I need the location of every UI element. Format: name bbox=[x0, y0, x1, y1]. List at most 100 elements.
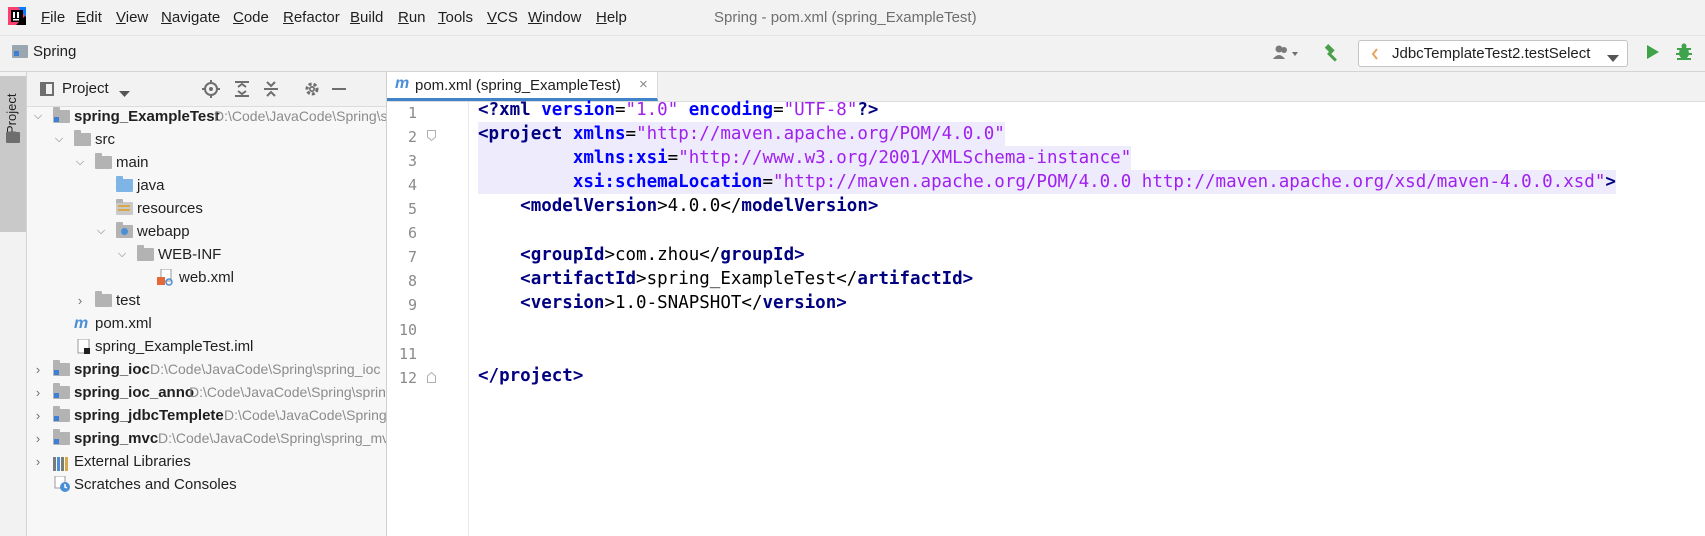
tree-item-label: External Libraries bbox=[74, 453, 191, 470]
close-icon[interactable]: × bbox=[639, 76, 648, 93]
tree-item-label: spring_jdbcTemplete bbox=[74, 407, 224, 424]
line-number: 10 bbox=[398, 321, 417, 339]
chevron-right-icon[interactable]: › bbox=[74, 288, 86, 313]
line-number: 8 bbox=[407, 272, 417, 290]
run-config-icon bbox=[1371, 47, 1379, 60]
menu-view[interactable]: View bbox=[116, 9, 148, 26]
tree-item-external-libraries[interactable]: › External Libraries bbox=[27, 449, 387, 474]
tree-item-label: spring_ioc_anno bbox=[74, 384, 195, 401]
tree-item-label: web.xml bbox=[179, 269, 235, 286]
line-number: 7 bbox=[407, 248, 417, 266]
chevron-down-icon[interactable]: ⌵ bbox=[53, 127, 65, 152]
tree-item-label: spring_mvc bbox=[74, 430, 159, 447]
chevron-right-icon[interactable]: › bbox=[32, 426, 44, 451]
menu-run[interactable]: Run bbox=[398, 9, 426, 26]
tree-item-spring-ioc[interactable]: › spring_ioc D:\Code\JavaCode\Spring\spr… bbox=[27, 357, 387, 382]
folder-icon bbox=[6, 132, 20, 143]
menu-window[interactable]: Window bbox=[528, 9, 581, 26]
chevron-down-icon bbox=[1607, 50, 1619, 67]
debug-icon[interactable] bbox=[1674, 42, 1694, 62]
tree-item-spring-jdbctemplete[interactable]: › spring_jdbcTemplete D:\Code\JavaCode\S… bbox=[27, 403, 387, 428]
menu-refactor[interactable]: Refactor bbox=[283, 9, 340, 26]
chevron-down-icon[interactable]: ⌵ bbox=[95, 219, 107, 244]
window-title: Spring - pom.xml (spring_ExampleTest) bbox=[714, 9, 977, 26]
menu-edit[interactable]: Edit bbox=[76, 9, 102, 26]
run-icon[interactable] bbox=[1645, 43, 1661, 61]
chevron-down-icon[interactable]: ⌵ bbox=[116, 242, 128, 267]
line-number: 3 bbox=[407, 152, 417, 170]
module-folder-icon bbox=[53, 406, 70, 422]
locate-file-icon[interactable] bbox=[202, 80, 220, 98]
tree-item-label: spring_ExampleTest bbox=[74, 108, 220, 125]
breadcrumb-project[interactable]: Spring bbox=[33, 43, 76, 60]
tree-item-pom-xml[interactable]: m pom.xml bbox=[27, 311, 387, 336]
tree-item-spring-exampletest[interactable]: ⌵ spring_ExampleTest D:\Code\JavaCode\Sp… bbox=[27, 107, 387, 129]
code-line-8: <artifactId>spring_ExampleTest</artifact… bbox=[478, 269, 974, 289]
tree-item-label: webapp bbox=[137, 223, 190, 240]
menu-navigate[interactable]: Navigate bbox=[161, 9, 220, 26]
chevron-right-icon[interactable]: › bbox=[32, 380, 44, 405]
tree-item-label: main bbox=[116, 154, 149, 171]
menu-vcs[interactable]: VCS bbox=[487, 9, 518, 26]
menu-code[interactable]: Code bbox=[233, 9, 269, 26]
gear-icon[interactable] bbox=[303, 80, 321, 98]
tree-item-main[interactable]: ⌵ main bbox=[27, 150, 387, 175]
fold-marker-icon[interactable] bbox=[427, 128, 436, 142]
project-tool-button[interactable]: Project bbox=[0, 76, 26, 232]
code-line-4: xsi:schemaLocation="http://maven.apache.… bbox=[478, 170, 1616, 194]
chevron-right-icon[interactable]: › bbox=[32, 357, 44, 382]
tree-item-scratches[interactable]: Scratches and Consoles bbox=[27, 472, 387, 497]
folder-icon bbox=[95, 291, 112, 307]
tree-item-path: D:\Code\JavaCode\Spring\spring_jdbcTempl… bbox=[224, 407, 387, 423]
navigation-bar: Spring JdbcTemplateTest2.testSelect bbox=[0, 35, 1705, 72]
chevron-right-icon[interactable]: › bbox=[32, 403, 44, 428]
build-hammer-icon[interactable] bbox=[1322, 43, 1342, 63]
tree-item-spring-mvc[interactable]: › spring_mvc D:\Code\JavaCode\Spring\spr… bbox=[27, 426, 387, 451]
intellij-logo-icon bbox=[8, 7, 26, 25]
project-view-title[interactable]: Project bbox=[62, 80, 109, 97]
resources-folder-icon bbox=[116, 199, 133, 215]
tree-item-resources[interactable]: resources bbox=[27, 196, 387, 221]
code-editor[interactable]: <?xml version="1.0" encoding="UTF-8"?> <… bbox=[470, 100, 1705, 536]
tree-item-web-inf[interactable]: ⌵ WEB-INF bbox=[27, 242, 387, 267]
code-line-3: xmlns:xsi="http://www.w3.org/2001/XMLSch… bbox=[478, 146, 1132, 170]
tree-item-webapp[interactable]: ⌵ webapp bbox=[27, 219, 387, 244]
collapse-all-icon[interactable] bbox=[262, 80, 280, 98]
tree-item-iml[interactable]: spring_ExampleTest.iml bbox=[27, 334, 387, 359]
hide-panel-icon[interactable] bbox=[332, 88, 346, 90]
project-tree: ⌵ spring_ExampleTest D:\Code\JavaCode\Sp… bbox=[27, 107, 387, 536]
run-configuration-select[interactable]: JdbcTemplateTest2.testSelect bbox=[1358, 40, 1628, 67]
iml-file-icon bbox=[77, 338, 91, 354]
tree-item-label: resources bbox=[137, 200, 203, 217]
project-panel-header: Project bbox=[27, 72, 387, 107]
tab-label: pom.xml (spring_ExampleTest) bbox=[415, 77, 621, 94]
menu-help[interactable]: Help bbox=[596, 9, 627, 26]
tree-item-path: D:\Code\JavaCode\Spring\spring_mvc bbox=[158, 430, 387, 446]
fold-marker-icon[interactable] bbox=[427, 370, 436, 383]
tree-item-java[interactable]: java bbox=[27, 173, 387, 198]
menu-build[interactable]: Build bbox=[350, 9, 383, 26]
menu-tools[interactable]: Tools bbox=[438, 9, 473, 26]
tree-item-web-xml[interactable]: web.xml bbox=[27, 265, 387, 290]
line-number: 5 bbox=[407, 200, 417, 218]
folder-icon bbox=[137, 245, 154, 261]
chevron-down-icon[interactable] bbox=[119, 85, 130, 102]
project-tool-label: Project bbox=[4, 93, 19, 134]
tree-item-label: src bbox=[95, 131, 115, 148]
tree-item-test[interactable]: › test bbox=[27, 288, 387, 313]
chevron-right-icon[interactable]: › bbox=[32, 449, 44, 474]
chevron-down-icon[interactable]: ⌵ bbox=[32, 107, 44, 129]
code-line-2: <project xmlns="http://maven.apache.org/… bbox=[478, 122, 1005, 146]
user-account-icon[interactable] bbox=[1272, 44, 1302, 62]
tree-item-src[interactable]: ⌵ src bbox=[27, 127, 387, 152]
menu-bar: File Edit View Navigate Code Refactor Bu… bbox=[0, 0, 1705, 35]
tree-item-spring-ioc-anno[interactable]: › spring_ioc_anno D:\Code\JavaCode\Sprin… bbox=[27, 380, 387, 405]
tree-item-label: Scratches and Consoles bbox=[74, 476, 237, 493]
editor-gutter: 1 2 3 4 5 6 7 8 9 10 11 12 bbox=[387, 102, 469, 536]
menu-file[interactable]: File bbox=[41, 9, 65, 26]
tree-item-label: pom.xml bbox=[95, 315, 152, 332]
editor-tab-pom-xml[interactable]: m pom.xml (spring_ExampleTest) × bbox=[387, 72, 658, 101]
chevron-down-icon[interactable]: ⌵ bbox=[74, 150, 86, 175]
expand-all-icon[interactable] bbox=[233, 80, 251, 98]
code-line-1: <?xml version="1.0" encoding="UTF-8"?> bbox=[478, 100, 879, 120]
